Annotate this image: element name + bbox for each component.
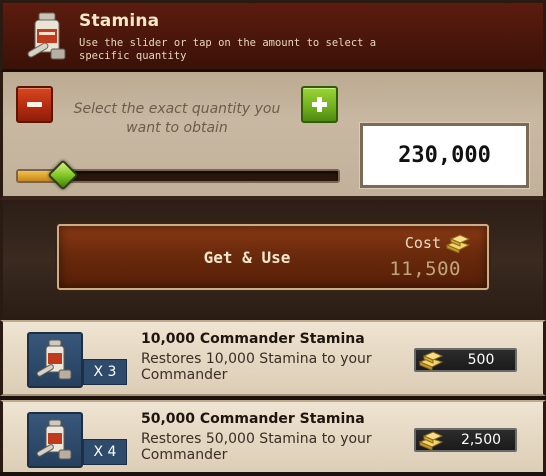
item-card-50000-stamina[interactable]: X 4 50,000 Commander Stamina Restores 50… [0, 400, 546, 476]
get-and-use-button[interactable]: Get & Use Cost 11,500 [57, 224, 489, 290]
item-price: 500 [467, 352, 495, 368]
get-and-use-label: Get & Use [203, 248, 291, 267]
gold-bars-icon [445, 231, 471, 254]
item-description: Restores 10,000 Stamina to your Commande… [141, 351, 372, 383]
decrease-button[interactable] [16, 86, 53, 123]
stamina-bottle-icon [27, 412, 83, 468]
gold-bars-icon [418, 351, 444, 370]
cost-label: Cost [404, 234, 441, 252]
stamina-bottle-icon [25, 11, 71, 63]
item-price-button[interactable]: 500 [414, 348, 517, 372]
item-description: Restores 50,000 Stamina to your Commande… [141, 431, 372, 463]
action-area: Get & Use Cost 11,500 [0, 200, 546, 320]
quantity-selector: Select the exact quantity you want to ob… [0, 72, 546, 200]
bottom-border [0, 472, 546, 476]
item-count-badge: X 4 [83, 439, 127, 465]
quantity-input[interactable]: 230,000 [360, 123, 529, 188]
quantity-slider[interactable] [16, 159, 340, 191]
item-title: 50,000 Commander Stamina [141, 411, 365, 427]
stamina-bottle-icon [27, 332, 83, 388]
gold-bars-icon [418, 431, 444, 450]
popup-description: Use the slider or tap on the amount to s… [79, 37, 377, 62]
select-hint: Select the exact quantity you want to ob… [73, 101, 281, 136]
item-price-button[interactable]: 2,500 [414, 428, 517, 452]
increase-button[interactable] [301, 86, 338, 123]
popup-header: Stamina Use the slider or tap on the amo… [0, 0, 546, 72]
popup-title: Stamina [79, 11, 160, 31]
item-price: 2,500 [460, 432, 502, 448]
item-count-badge: X 3 [83, 359, 127, 385]
item-card-10000-stamina[interactable]: X 3 10,000 Commander Stamina Restores 10… [0, 320, 546, 396]
item-title: 10,000 Commander Stamina [141, 331, 365, 347]
cost-value: 11,500 [389, 258, 461, 280]
slider-thumb[interactable] [47, 159, 79, 191]
